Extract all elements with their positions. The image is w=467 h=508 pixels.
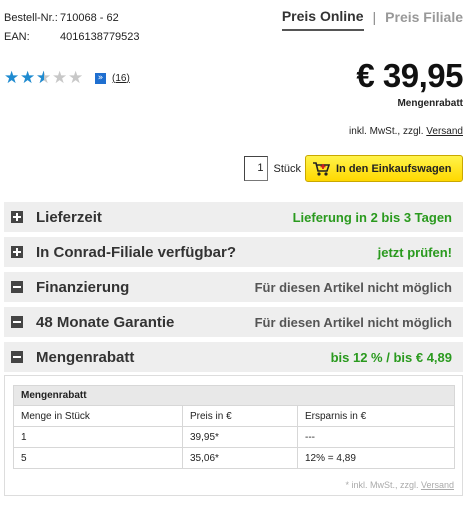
star-empty-icon: ★ (52, 68, 68, 88)
vat-text: inkl. MwSt., zzgl. (349, 126, 424, 137)
tab-price-online[interactable]: Preis Online (281, 8, 364, 31)
star-empty-icon: ★ (68, 68, 84, 88)
order-number-label: Bestell-Nr.: (4, 12, 58, 24)
minus-icon (11, 281, 23, 293)
section-label: In Conrad-Filiale verfügbar? (36, 243, 237, 261)
check-now-link[interactable]: jetzt prüfen! (378, 245, 452, 260)
column-header: Menge in Stück (13, 405, 183, 427)
quantity-discount-panel: Mengenrabatt Menge in Stück Preis in € E… (4, 375, 463, 496)
discount-table-title: Mengenrabatt (13, 385, 455, 406)
table-cell: 1 (13, 426, 183, 448)
section-label: Lieferzeit (36, 208, 102, 226)
table-cell: 39,95* (182, 426, 298, 448)
section-value: bis 12 % / bis € 4,89 (330, 349, 452, 365)
vat-info: inkl. MwSt., zzgl. Versand (349, 126, 463, 137)
table-footnote: * inkl. MwSt., zzgl. Versand (345, 480, 454, 490)
price-tabs: Preis Online | Preis Filiale (281, 8, 463, 31)
table-row: 5 35,06* 12% = 4,89 (13, 447, 455, 469)
table-cell: 12% = 4,89 (297, 447, 455, 469)
section-store-availability[interactable]: In Conrad-Filiale verfügbar? jetzt prüfe… (4, 237, 463, 267)
section-label: 48 Monate Garantie (36, 313, 175, 331)
quantity-unit: Stück (273, 162, 301, 175)
plus-icon (11, 246, 23, 258)
column-header: Preis in € (182, 405, 298, 427)
section-delivery-time[interactable]: Lieferzeit Lieferung in 2 bis 3 Tagen (4, 202, 463, 232)
add-to-cart-button[interactable]: In den Einkaufswagen (305, 155, 463, 182)
ean-label: EAN: (4, 31, 30, 43)
add-to-cart-label: In den Einkaufswagen (336, 162, 452, 175)
star-full-icon: ★ (20, 68, 36, 88)
table-cell: --- (297, 426, 455, 448)
tab-separator: | (372, 9, 377, 25)
table-header-row: Menge in Stück Preis in € Ersparnis in € (13, 405, 455, 427)
section-value: Für diesen Artikel nicht möglich (254, 314, 452, 330)
section-value: Lieferung in 2 bis 3 Tagen (292, 209, 452, 225)
section-financing[interactable]: Finanzierung Für diesen Artikel nicht mö… (4, 272, 463, 302)
table-row: 1 39,95* --- (13, 426, 455, 448)
quantity-input[interactable]: 1 (244, 156, 269, 181)
minus-icon (11, 351, 23, 363)
discount-table: Mengenrabatt Menge in Stück Preis in € E… (13, 385, 455, 469)
price-note: Mengenrabatt (397, 98, 463, 109)
section-label: Mengenrabatt (36, 348, 135, 366)
tab-price-store[interactable]: Preis Filiale (385, 9, 463, 30)
order-number-value: 710068 - 62 (60, 12, 119, 24)
plus-icon (11, 211, 23, 223)
double-chevron-right-icon[interactable]: » (95, 72, 106, 84)
column-header: Ersparnis in € (297, 405, 455, 427)
ean-row: EAN: 4016138779523 (4, 28, 140, 47)
shipping-link[interactable]: Versand (426, 126, 463, 137)
section-value: Für diesen Artikel nicht möglich (254, 279, 452, 295)
price-value: € 39,95 (356, 57, 463, 94)
shopping-cart-icon (313, 161, 330, 176)
review-count-link[interactable]: (16) (112, 73, 130, 84)
ean-value: 4016138779523 (60, 31, 140, 43)
table-cell: 5 (13, 447, 183, 469)
article-ids: Bestell-Nr.: 710068 - 62 EAN: 4016138779… (4, 9, 140, 47)
section-label: Finanzierung (36, 278, 130, 296)
order-number-row: Bestell-Nr.: 710068 - 62 (4, 9, 140, 28)
section-warranty[interactable]: 48 Monate Garantie Für diesen Artikel ni… (4, 307, 463, 337)
minus-icon (11, 316, 23, 328)
star-half-icon: ★ (36, 70, 52, 87)
footnote-text: * inkl. MwSt., zzgl. (345, 480, 419, 490)
section-quantity-discount[interactable]: Mengenrabatt bis 12 % / bis € 4,89 (4, 342, 463, 372)
star-rating[interactable]: ★ ★ ★ ★ ★ (4, 68, 84, 88)
table-cell: 35,06* (182, 447, 298, 469)
footnote-shipping-link[interactable]: Versand (421, 480, 454, 490)
rating: ★ ★ ★ ★ ★ » (16) (4, 68, 130, 88)
star-full-icon: ★ (4, 68, 20, 88)
add-to-cart-area: 1 Stück In den Einkaufswagen (244, 155, 463, 182)
